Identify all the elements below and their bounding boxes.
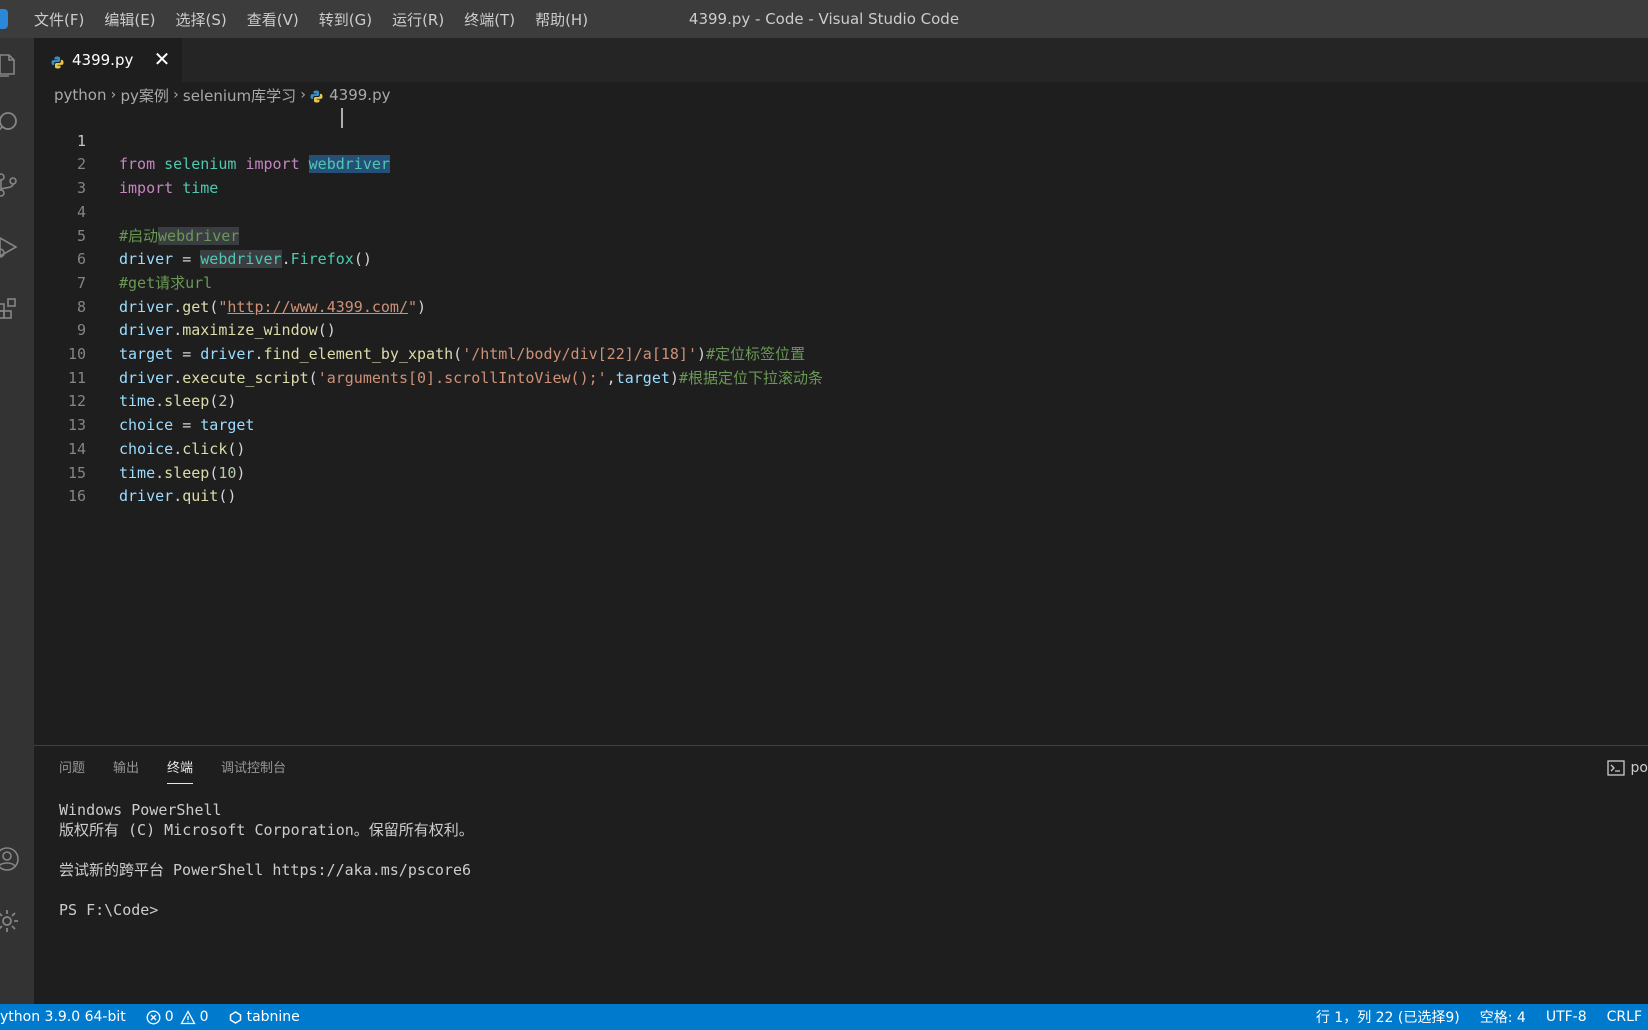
code-line: 1 from selenium import webdriver <box>34 106 1634 174</box>
cursor-position[interactable]: 行 1，列 22 (已选择9) <box>1306 1004 1470 1030</box>
terminal-line: Windows PowerShell <box>59 801 222 819</box>
code-line: 9 target = driver.find_element_by_xpath(… <box>34 296 1634 363</box>
terminal-selector[interactable]: po <box>1606 760 1648 776</box>
tab-debug-console[interactable]: 调试控制台 <box>221 746 286 792</box>
account-icon[interactable] <box>0 846 20 872</box>
variable-token: driver <box>119 487 174 506</box>
punctuation-token: . <box>173 487 183 506</box>
terminal-line: 尝试新的跨平台 PowerShell https://aka.ms/pscore… <box>59 861 472 879</box>
chevron-right-icon: › <box>173 87 179 103</box>
terminal-prompt: PS F:\Code> <box>59 901 159 919</box>
search-icon[interactable] <box>0 110 20 136</box>
encoding[interactable]: UTF-8 <box>1536 1004 1597 1030</box>
code-line: 3 <box>34 153 1634 197</box>
tabnine-status[interactable]: tabnine <box>219 1004 310 1030</box>
close-tab-icon[interactable]: ✕ <box>152 49 172 69</box>
tab-label: 4399.py <box>72 51 134 69</box>
code-line: 11 time.sleep(2) <box>34 343 1634 411</box>
panel-tabs: 问题 输出 终端 调试控制台 <box>34 746 314 792</box>
code-line: 15 driver.quit() <box>34 438 1634 506</box>
breadcrumb-item[interactable]: py案例 <box>120 85 168 106</box>
source-control-icon[interactable] <box>0 172 20 198</box>
code-line: 6 #get请求url <box>34 225 1634 292</box>
breadcrumb-item[interactable]: selenium库学习 <box>183 85 296 106</box>
python-interpreter[interactable]: ython 3.9.0 64-bit <box>0 1004 136 1030</box>
code-line: 16 <box>34 462 1634 505</box>
menu-edit[interactable]: 编辑(E) <box>94 0 165 38</box>
menu-go[interactable]: 转到(G) <box>309 0 382 38</box>
code-line: 12 choice = target <box>34 367 1634 434</box>
breadcrumb-item[interactable]: python <box>54 86 106 104</box>
run-debug-icon[interactable] <box>0 234 20 260</box>
vscode-logo-icon <box>0 9 8 29</box>
terminal-line: 版权所有 (C) Microsoft Corporation。保留所有权利。 <box>59 821 474 839</box>
settings-gear-icon[interactable] <box>0 908 20 934</box>
tabnine-label: tabnine <box>246 1009 300 1025</box>
tabnine-icon <box>229 1010 242 1024</box>
menu-help[interactable]: 帮助(H) <box>525 0 598 38</box>
menu-view[interactable]: 查看(V) <box>237 0 309 38</box>
warning-count: 0 <box>199 1009 209 1025</box>
error-icon <box>146 1010 161 1025</box>
function-token: quit <box>182 487 219 506</box>
code-line: 14 time.sleep(10) <box>34 414 1634 482</box>
chevron-right-icon: › <box>300 87 306 103</box>
explorer-icon[interactable] <box>0 52 20 78</box>
title-bar: 文件(F) 编辑(E) 选择(S) 查看(V) 转到(G) 运行(R) 终端(T… <box>0 0 1648 38</box>
terminal-selector-label: po <box>1630 760 1648 776</box>
editor-tabs: 4399.py ✕ <box>34 38 1648 82</box>
terminal-icon <box>1606 760 1625 776</box>
menu-run[interactable]: 运行(R) <box>382 0 454 38</box>
code-line: 10 driver.execute_script('arguments[0].s… <box>34 319 1634 387</box>
code-line: 4 #启动webdriver <box>34 177 1634 245</box>
line-number: 16 <box>67 487 86 506</box>
indentation[interactable]: 空格: 4 <box>1470 1004 1536 1030</box>
breadcrumb-item: 4399.py <box>329 86 391 104</box>
code-line: 7 driver.get("http://www.4399.com/") <box>34 248 1634 316</box>
chevron-right-icon: › <box>110 87 117 103</box>
menu-selection[interactable]: 选择(S) <box>166 0 237 38</box>
code-editor[interactable]: 1 from selenium import webdriver 2 impor… <box>34 106 1648 746</box>
end-of-line[interactable]: CRLF <box>1597 1004 1648 1030</box>
terminal-output[interactable]: Windows PowerShell 版权所有 (C) Microsoft Co… <box>59 800 474 920</box>
python-file-icon <box>51 54 64 68</box>
breadcrumb: python › py案例 › selenium库学习 › 4399.py <box>54 84 390 106</box>
punctuation-token: () <box>218 487 237 506</box>
breadcrumb-file[interactable]: 4399.py <box>310 86 390 104</box>
text-cursor <box>341 108 343 128</box>
tab-output[interactable]: 输出 <box>113 746 139 792</box>
status-bar: ython 3.9.0 64-bit 0 0 tabnine 行 1，列 22 … <box>0 1004 1648 1030</box>
extensions-icon[interactable] <box>0 296 20 322</box>
python-file-icon <box>310 89 323 102</box>
menu-bar: 文件(F) 编辑(E) 选择(S) 查看(V) 转到(G) 运行(R) 终端(T… <box>24 0 598 38</box>
menu-terminal[interactable]: 终端(T) <box>454 0 525 38</box>
code-line: 8 driver.maximize_window() <box>34 272 1634 340</box>
code-line: 2 import time <box>34 130 1634 197</box>
code-line: 5 driver = webdriver.Firefox() <box>34 201 1634 269</box>
error-count: 0 <box>164 1009 174 1025</box>
warning-icon <box>180 1009 196 1025</box>
tab-4399-py[interactable]: 4399.py ✕ <box>34 38 182 82</box>
activity-bar <box>0 38 34 1004</box>
problems-indicator[interactable]: 0 0 <box>136 1004 219 1030</box>
tab-terminal[interactable]: 终端 <box>167 746 194 792</box>
tab-problems[interactable]: 问题 <box>59 746 85 792</box>
menu-file[interactable]: 文件(F) <box>24 0 94 38</box>
bottom-panel: 问题 输出 终端 调试控制台 po Windows PowerShell 版权所… <box>34 745 1648 1004</box>
code-line: 13 choice.click() <box>34 390 1634 458</box>
